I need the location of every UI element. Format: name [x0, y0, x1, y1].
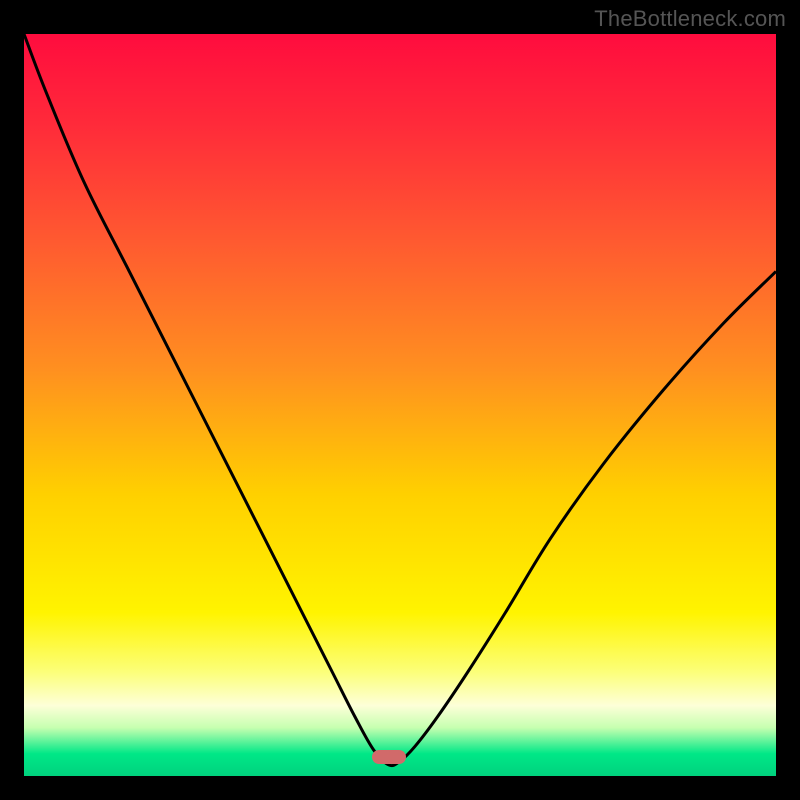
watermark-text: TheBottleneck.com [594, 6, 786, 32]
gradient-background [24, 34, 776, 776]
optimal-marker [372, 750, 406, 764]
chart-frame: TheBottleneck.com [0, 0, 800, 800]
plot-area [24, 34, 776, 776]
plot-svg [24, 34, 776, 776]
